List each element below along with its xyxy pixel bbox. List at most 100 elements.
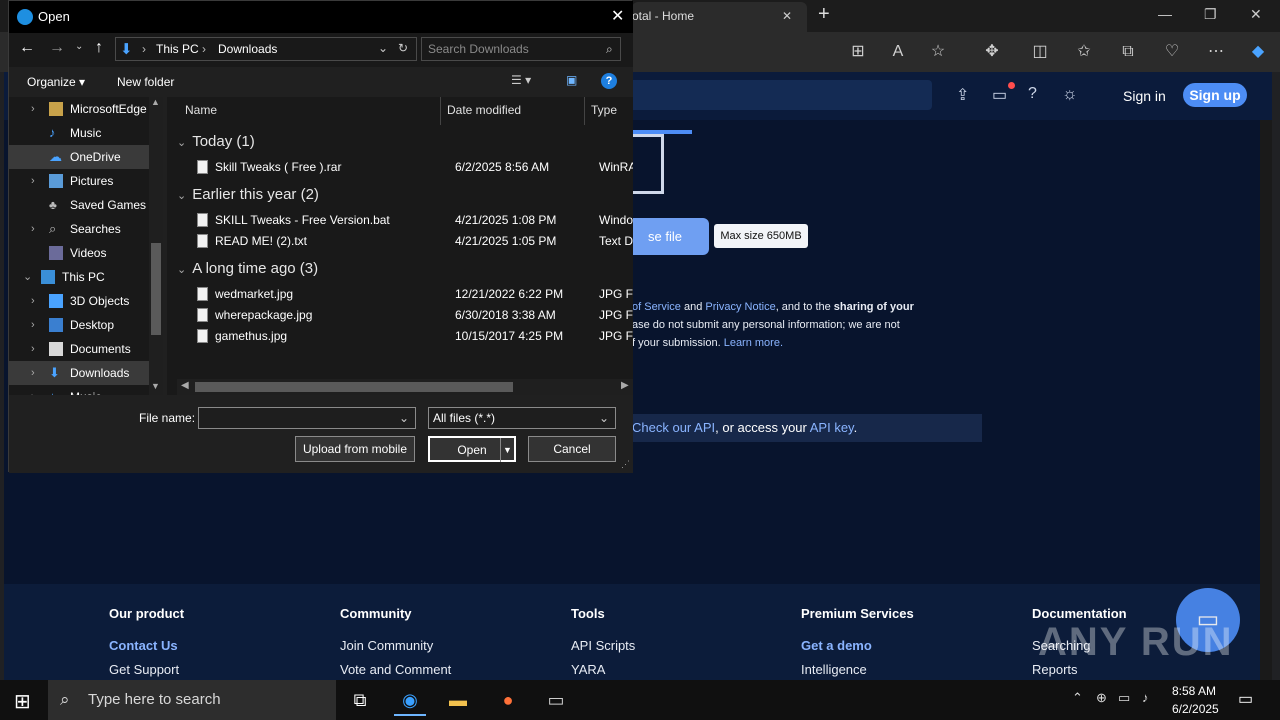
column-date[interactable]: Date modified <box>447 103 521 117</box>
network-icon[interactable]: ▭ <box>1118 690 1130 706</box>
column-type[interactable]: Type <box>591 103 617 117</box>
new-folder-button[interactable]: New folder <box>117 75 174 89</box>
privacy-link[interactable]: Privacy Notice <box>705 301 775 313</box>
preview-pane-icon[interactable]: ▣ <box>566 73 577 87</box>
help-icon[interactable]: ? <box>601 73 617 89</box>
favorite-star-icon[interactable]: ☆ <box>926 40 950 64</box>
new-tab-button[interactable]: + <box>818 3 830 26</box>
nav-item-videos[interactable]: Videos <box>9 241 149 265</box>
back-icon[interactable]: ← <box>19 39 35 57</box>
footer-link[interactable]: Join Community <box>340 638 433 653</box>
nav-item-documents[interactable]: › Documents <box>9 337 149 361</box>
split-screen-icon[interactable]: ◫ <box>1028 40 1052 64</box>
choose-file-button[interactable]: se file <box>632 218 709 255</box>
file-explorer-icon[interactable]: ▬ <box>442 684 474 716</box>
forward-icon[interactable]: → <box>49 39 65 57</box>
chevron-right-icon[interactable]: › <box>31 217 35 241</box>
chevron-right-icon[interactable]: › <box>31 289 35 313</box>
nav-item-this-pc[interactable]: ⌄ This PC <box>9 265 149 289</box>
nav-item-onedrive[interactable]: ☁ OneDrive <box>9 145 149 169</box>
signin-link[interactable]: Sign in <box>1123 88 1166 104</box>
group-header[interactable]: ⌄ A long time ago (3) <box>177 260 318 277</box>
task-view-icon[interactable]: ⧉ <box>344 684 376 716</box>
nav-item-desktop[interactable]: › Desktop <box>9 313 149 337</box>
scroll-left-icon[interactable]: ◀ <box>181 380 189 391</box>
notifications-icon[interactable]: ▭ <box>1238 689 1253 709</box>
firefox-icon[interactable]: ● <box>492 684 524 716</box>
nav-item-music[interactable]: ›♪Music <box>9 385 149 396</box>
cancel-button[interactable]: Cancel <box>528 436 616 462</box>
tray-chevron-icon[interactable]: ⌃ <box>1072 690 1083 706</box>
chevron-right-icon[interactable]: › <box>31 337 35 361</box>
more-icon[interactable]: ⋯ <box>1204 40 1228 64</box>
recent-dropdown-icon[interactable]: ⌄ <box>75 41 83 52</box>
theme-icon[interactable]: ☼ <box>1062 84 1078 104</box>
group-header[interactable]: ⌄ Today (1) <box>177 133 255 150</box>
chevron-right-icon[interactable]: › <box>31 313 35 337</box>
footer-link[interactable]: Intelligence <box>801 662 867 677</box>
site-search-input[interactable] <box>624 80 932 110</box>
read-aloud-icon[interactable]: A <box>886 40 910 64</box>
api-key-link[interactable]: API key <box>810 420 854 435</box>
terms-link[interactable]: of Service <box>632 301 681 313</box>
file-type-filter[interactable]: All files (*.*) ⌄ <box>428 407 616 429</box>
breadcrumb-this-pc[interactable]: This PC <box>156 42 199 56</box>
chevron-right-icon[interactable]: › <box>31 169 35 193</box>
volume-icon[interactable]: ♪ <box>1142 690 1149 705</box>
column-name[interactable]: Name <box>185 103 217 117</box>
minimize-icon[interactable]: — <box>1158 6 1172 22</box>
tab-virustotal[interactable]: otal - Home ✕ <box>632 2 807 32</box>
footer-link[interactable]: Get a demo <box>801 638 872 653</box>
open-dropdown-icon[interactable]: ▼ <box>500 438 514 462</box>
footer-link[interactable]: Get Support <box>109 662 179 677</box>
file-name-input[interactable]: ⌄ <box>198 407 416 429</box>
resize-grip-icon[interactable]: ⋰ <box>621 459 630 470</box>
chevron-right-icon[interactable]: › <box>31 361 35 385</box>
close-window-icon[interactable]: ✕ <box>1250 6 1262 23</box>
apps-icon[interactable]: ⊞ <box>846 40 870 64</box>
chevron-right-icon[interactable]: › <box>31 97 35 121</box>
group-header[interactable]: ⌄ Earlier this year (2) <box>177 186 319 203</box>
chevron-down-icon[interactable]: ⌄ <box>399 408 409 428</box>
restore-icon[interactable]: ❐ <box>1204 6 1217 23</box>
nav-scroll-thumb[interactable] <box>151 243 161 335</box>
upload-from-mobile-button[interactable]: Upload from mobile <box>295 436 415 462</box>
nav-item-pictures[interactable]: › Pictures <box>9 169 149 193</box>
page-scrollbar[interactable] <box>1260 120 1272 680</box>
chevron-down-icon[interactable]: ⌄ <box>23 265 32 289</box>
help-icon[interactable]: ? <box>1028 85 1037 103</box>
view-options-icon[interactable]: ☰ ▾ <box>511 73 531 87</box>
collections-icon[interactable]: ⧉ <box>1116 40 1140 64</box>
scroll-up-icon[interactable]: ▲ <box>151 97 160 107</box>
windows-start-icon[interactable]: ⊞ <box>14 689 31 714</box>
performance-icon[interactable]: ♡ <box>1160 40 1184 64</box>
address-bar[interactable]: ⬇ › This PC › Downloads ⌄ ↻ <box>115 37 417 61</box>
clock-date[interactable]: 6/2/2025 <box>1172 702 1219 716</box>
terminal-icon[interactable]: ▭ <box>540 684 572 716</box>
address-dropdown-icon[interactable]: ⌄ <box>378 41 388 55</box>
taskbar-search-input[interactable]: ⌕ Type here to search <box>48 680 336 720</box>
nav-scrollbar[interactable]: ▲ ▼ <box>149 97 163 395</box>
upload-icon[interactable]: ⇪ <box>956 85 969 105</box>
nav-item-microsoftedge[interactable]: › MicrosoftEdge <box>9 97 149 121</box>
refresh-icon[interactable]: ↻ <box>398 41 408 55</box>
nav-item-music[interactable]: ♪ Music <box>9 121 149 145</box>
chat-icon[interactable]: ▭ <box>992 85 1007 105</box>
footer-link[interactable]: YARA <box>571 662 605 677</box>
learn-more-link[interactable]: Learn more. <box>724 337 783 349</box>
edge-taskbar-icon[interactable]: ◉ <box>394 684 426 716</box>
extensions-icon[interactable]: ✥ <box>980 40 1004 64</box>
nav-item-downloads[interactable]: › ⬇ Downloads <box>9 361 149 385</box>
file-row[interactable]: wedmarket.jpg 12/21/2022 6:22 PM JPG File <box>187 284 633 305</box>
file-row[interactable]: READ ME! (2).txt 4/21/2025 1:05 PM Text Do… <box>187 231 633 252</box>
open-button[interactable]: Open ▼ <box>428 436 516 462</box>
copilot-icon[interactable]: ◆ <box>1246 40 1270 64</box>
footer-link[interactable]: Contact Us <box>109 638 178 653</box>
footer-link[interactable]: Vote and Comment <box>340 662 451 677</box>
scroll-right-icon[interactable]: ▶ <box>621 380 629 391</box>
organize-button[interactable]: Organize ▾ <box>27 75 85 89</box>
file-row[interactable]: gamethus.jpg 10/15/2017 4:25 PM JPG File <box>187 326 633 347</box>
up-icon[interactable]: ↑ <box>95 39 103 57</box>
file-row[interactable]: wherepackage.jpg 6/30/2018 3:38 AM JPG Fil… <box>187 305 633 326</box>
nav-item-saved-games[interactable]: ♣ Saved Games <box>9 193 149 217</box>
